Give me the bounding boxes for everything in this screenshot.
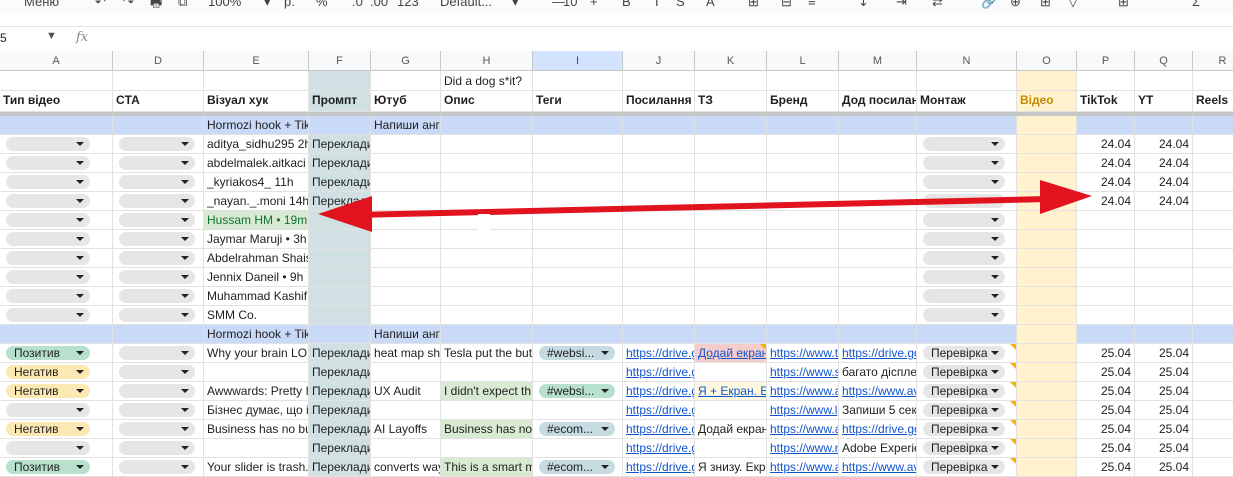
arrow-cutout xyxy=(478,214,490,230)
arrow-left-head xyxy=(318,196,372,232)
note-cell[interactable]: Did a dog s*it? xyxy=(441,71,533,91)
arrow-shaft xyxy=(355,196,1048,218)
note-text: Did a dog s*it? xyxy=(444,74,523,88)
arrow-right-head xyxy=(1040,180,1092,214)
annotation-arrow xyxy=(318,180,1092,232)
